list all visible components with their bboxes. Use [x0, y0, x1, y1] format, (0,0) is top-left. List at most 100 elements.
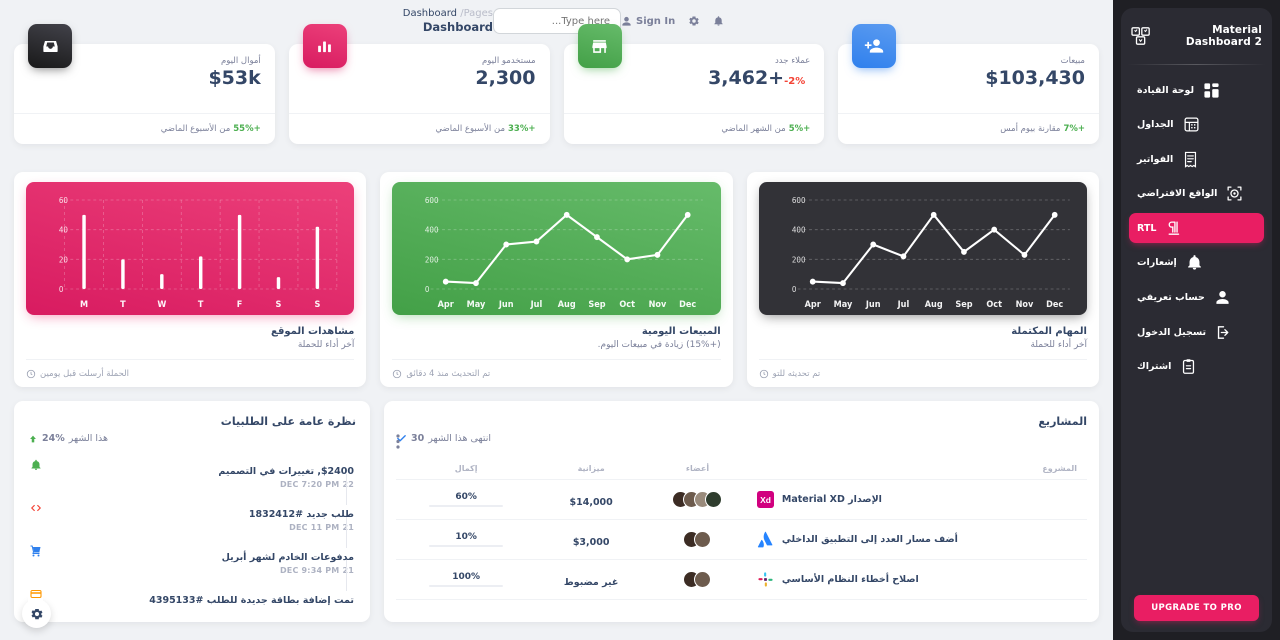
card-icon [28, 588, 43, 609]
projects-title: المشاريع [1038, 415, 1087, 428]
svg-text:Nov: Nov [1015, 299, 1033, 309]
upgrade-to-pro-button[interactable]: UPGRADE TO PRO [1134, 595, 1259, 621]
orders-subtitle: هذا الشهر 24% [28, 433, 356, 444]
projects-menu-button[interactable] [396, 434, 400, 453]
chart-footer-text: الحملة أرسلت قبل يومين [40, 368, 130, 379]
table-row[interactable]: Xd الإصدار Material XD $14,000 60% [396, 479, 1087, 520]
settings-button[interactable] [688, 15, 700, 27]
sidebar-item-8[interactable]: تسجيل الدخول [1129, 317, 1264, 347]
chart-card-website-views: 0 20 40 60 M T W T F S S مشاهدات الموقع آخر أداء ل… [14, 172, 367, 387]
sidebar-divider [1127, 64, 1266, 65]
sidebar-brand[interactable]: Material Dashboard 2 [1121, 8, 1272, 64]
table-row[interactable]: أضف مسار العدد إلى التطبيق الداخلي $3,000… [396, 519, 1087, 560]
stat-value: $103,430 [852, 67, 1085, 89]
sidebar-item-2[interactable]: الجداول [1129, 110, 1264, 140]
cell-budget: $3,000 [536, 519, 647, 560]
svg-text:Sep: Sep [589, 299, 606, 309]
code-icon [28, 502, 43, 532]
login-icon [1215, 324, 1232, 341]
orders-pct: 24% [42, 433, 65, 444]
budget-value: غير مضبوط [563, 577, 619, 588]
chart-footer: تم تحديثه للتو [758, 359, 1087, 387]
sidebar-item-6[interactable]: إشعارات [1129, 248, 1264, 278]
avatar [694, 571, 712, 588]
stat-inline-delta: -2% [784, 76, 806, 87]
sidebar-item-5[interactable]: RTL [1129, 213, 1264, 244]
chart-subtitle: (+15%) زيادة في مبيعات اليوم. [597, 340, 721, 350]
stat-card-icon [852, 24, 897, 68]
stat-foot-text: من الأسبوع الماضي [160, 124, 231, 134]
svg-text:200: 200 [425, 255, 439, 264]
sidebar-item-4[interactable]: الواقع الافتراضي [1129, 179, 1264, 209]
stat-cards-row: مبيعات $103,430 +7% مقارنة بيوم أمس عملا… [14, 24, 1099, 144]
svg-text:May: May [833, 299, 852, 309]
sidebar-item-7[interactable]: حساب تعريفي [1129, 283, 1264, 313]
timeline-item: مدفوعات الخادم لشهر أبريل 21 DEC 9:34 PM [28, 545, 354, 591]
svg-text:Sep: Sep [955, 299, 972, 309]
timeline-time: 21 DEC 9:34 PM [279, 566, 354, 575]
cell-project: اصلاح أخطاء النظام الأساسي [748, 559, 1087, 600]
breadcrumb-current[interactable]: Dashboard [403, 8, 457, 19]
stat-value: 2,300 [303, 67, 535, 89]
sidebar-nav: لوحة القيادة الجداول الفواتير الواقع الافتر… [1121, 75, 1272, 382]
budget-value: $3,000 [572, 537, 610, 548]
projects-subtitle-text: انتهى هذا الشهر [428, 433, 491, 444]
stat-value: 3,462+-2% [578, 67, 811, 89]
svg-text:Jun: Jun [865, 299, 881, 309]
cell-completion: 100% [396, 559, 537, 600]
projects-done-count: 30 [411, 433, 425, 444]
chart-title: المهام المكتملة [1011, 326, 1087, 337]
timeline-item: طلب جديد #1832412 21 DEC 11 PM [28, 502, 354, 548]
avatar [705, 491, 723, 508]
receipt-icon [1182, 151, 1199, 168]
projects-table: المشروع أعضاء ميزانية إكمال Xd الإصدار Ma… [396, 458, 1087, 600]
chart-card-daily-sales: 0 200 400 600 Apr May Jun Jul Aug Sep Oct Nov Dec ال… [380, 172, 733, 387]
timeline-title: تمت إضافة بطاقة جديدة للطلب #4395133 [149, 595, 354, 606]
svg-text:Oct: Oct [620, 299, 636, 309]
stat-footer: +55% من الأسبوع الماضي [14, 113, 275, 144]
person-add-icon [865, 39, 884, 53]
stat-value: $53k [28, 67, 260, 89]
navbar-actions: Sign In [621, 15, 724, 27]
xd-logo-icon: Xd [756, 491, 774, 508]
project-name: أضف مسار العدد إلى التطبيق الداخلي [781, 534, 958, 545]
bell-icon [28, 459, 43, 489]
chart-card-completed-tasks: 0 200 400 600 Apr May Jun Jul Aug Sep Oct Nov Dec ال… [746, 172, 1099, 387]
line-chart-daily-sales: 0 200 400 600 Apr May Jun Jul Aug Sep Oct Nov Dec [425, 196, 704, 309]
timeline-title: $2400, تغييرات في التصميم [218, 466, 354, 477]
sidebar-item-3[interactable]: الفواتير [1129, 144, 1264, 174]
completion-value: 60% [455, 491, 477, 502]
more-vertical-icon [396, 434, 400, 449]
budget-value: $14,000 [569, 497, 613, 508]
table-header-row: المشروع أعضاء ميزانية إكمال [396, 458, 1087, 480]
sidebar-item-1[interactable]: لوحة القيادة [1129, 75, 1264, 105]
chart-icon [318, 41, 332, 52]
timeline-item: $2400, تغييرات في التصميم 22 DEC 7:20 PM [28, 459, 354, 505]
col-completion: إكمال [396, 458, 537, 480]
stat-card: أموال اليوم $53k +55% من الأسبوع الماضي [14, 24, 275, 144]
sidebar-item-label: لوحة القيادة [1137, 84, 1195, 96]
svg-text:0: 0 [792, 285, 797, 294]
member-avatars [654, 571, 741, 588]
sign-in-label: Sign In [636, 15, 676, 27]
orders-panel: نظرة عامة على الطلبيات هذا الشهر 24% $24… [14, 401, 370, 622]
svg-text:Oct: Oct [986, 299, 1002, 309]
completion-value: 100% [452, 571, 481, 582]
svg-text:Apr: Apr [438, 299, 455, 309]
svg-text:200: 200 [792, 255, 806, 264]
stat-delta: +7% [1063, 124, 1085, 134]
svg-text:Xd: Xd [760, 495, 771, 505]
rtl-icon [1165, 220, 1182, 237]
svg-text:60: 60 [59, 196, 68, 205]
breadcrumb-parent[interactable]: Pages [464, 8, 493, 19]
table-row[interactable]: اصلاح أخطاء النظام الأساسي غير مضبوط 100% [396, 559, 1087, 600]
gear-icon [689, 16, 699, 26]
stat-footer: +7% مقارنة بيوم أمس [838, 113, 1099, 144]
sign-in-button[interactable]: Sign In [621, 16, 675, 27]
bottom-panels-row: المشاريع انتهى هذا الشهر 30 المشروع أعضا… [14, 401, 1099, 622]
arrow-up-icon [30, 435, 36, 442]
notifications-button[interactable] [713, 15, 724, 27]
sidebar-item-9[interactable]: اشتراك [1129, 352, 1264, 382]
page-title: Dashboard [422, 20, 494, 34]
chart-plot-dark: 0 200 400 600 Apr May Jun Jul Aug Sep Oct Nov Dec [758, 182, 1087, 315]
